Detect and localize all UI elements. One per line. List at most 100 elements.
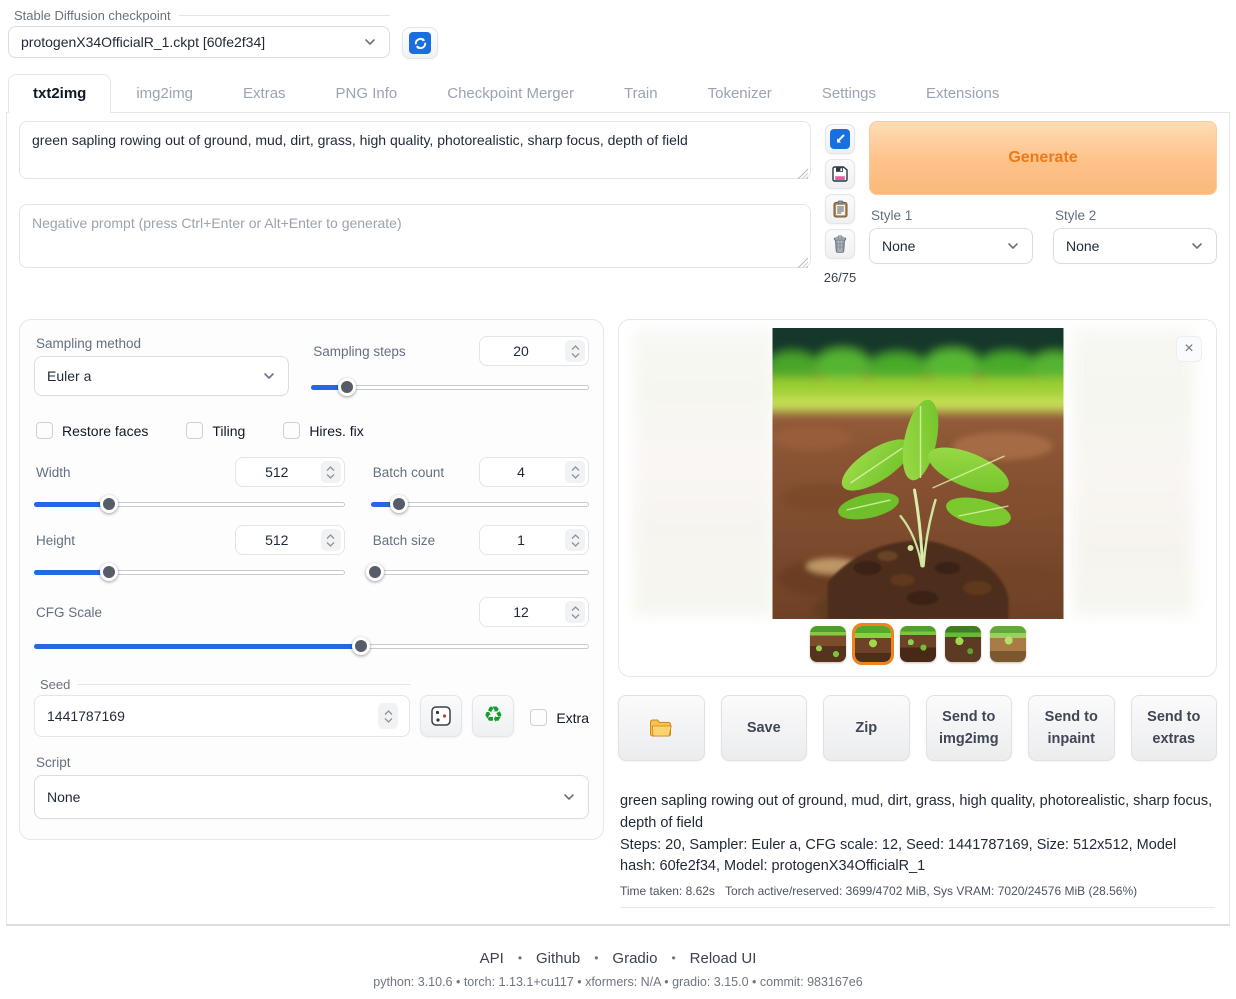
gallery-thumbnail-2-selected[interactable] [855,626,891,662]
slider-handle[interactable] [100,563,118,581]
number-spinner[interactable] [378,703,398,729]
sampling-steps-label: Sampling steps [311,344,405,359]
height-label: Height [34,533,75,548]
refresh-checkpoints-button[interactable] [402,27,438,59]
number-spinner[interactable] [565,340,585,362]
tab-txt2img[interactable]: txt2img [8,74,111,113]
style2-label: Style 2 [1053,208,1217,223]
checkpoint-dropdown[interactable]: protogenX34OfficialR_1.ckpt [60fe2f34] [8,26,390,58]
tab-tokenizer[interactable]: Tokenizer [683,74,797,113]
random-seed-button[interactable] [420,695,462,737]
open-output-folder-button[interactable] [618,695,705,761]
seed-label: Seed [34,677,410,692]
tab-extensions[interactable]: Extensions [901,74,1024,113]
generation-info: green sapling rowing out of ground, mud,… [618,791,1217,908]
refresh-icon [409,32,431,54]
gallery-thumbnails [619,626,1216,662]
chevron-down-icon [1006,239,1020,253]
batch-size-input[interactable] [479,525,589,555]
floppy-disk-icon [831,165,849,183]
arrow-down-left-icon [830,129,850,149]
slider-handle[interactable] [390,495,408,513]
tab-settings[interactable]: Settings [797,74,901,113]
apply-style-button[interactable] [825,194,855,224]
api-link[interactable]: API [480,950,504,967]
sampling-steps-input[interactable] [479,336,589,366]
tab-img2img[interactable]: img2img [111,74,218,113]
sampling-steps-slider[interactable] [311,378,589,396]
gallery-thumbnail-5[interactable] [990,626,1026,662]
style1-dropdown[interactable]: None [869,228,1033,264]
cfg-scale-slider[interactable] [34,637,589,655]
tab-train[interactable]: Train [599,74,683,113]
width-slider[interactable] [34,495,345,513]
send-to-extras-button[interactable]: Send to extras [1131,695,1218,761]
style2-dropdown[interactable]: None [1053,228,1217,264]
page-footer: API•Github•Gradio•Reload UI python: 3.10… [0,926,1236,999]
folder-icon [649,718,673,738]
extra-seed-checkbox[interactable]: Extra [530,709,589,737]
script-label: Script [34,755,589,770]
gallery-thumbnail-1[interactable] [810,626,846,662]
number-spinner[interactable] [321,461,341,483]
send-to-inpaint-button[interactable]: Send to inpaint [1028,695,1115,761]
hires-fix-checkbox[interactable]: Hires. fix [283,422,363,439]
send-to-img2img-button[interactable]: Send to img2img [926,695,1013,761]
cfg-scale-input[interactable] [479,597,589,627]
tiling-checkbox[interactable]: Tiling [186,422,245,439]
github-link[interactable]: Github [536,950,580,967]
seed-input[interactable] [34,695,410,737]
negative-prompt-input[interactable] [19,204,811,268]
batch-count-input[interactable] [479,457,589,487]
width-label: Width [34,465,71,480]
tab-checkpoint-merger[interactable]: Checkpoint Merger [422,74,599,113]
cfg-scale-label: CFG Scale [34,605,102,620]
number-spinner[interactable] [565,529,585,551]
batch-count-slider[interactable] [371,495,589,513]
zip-button[interactable]: Zip [823,695,910,761]
generate-button[interactable]: Generate [869,121,1217,195]
save-button[interactable]: Save [721,695,808,761]
trash-icon [832,235,848,253]
number-spinner[interactable] [565,601,585,623]
checkpoint-label: Stable Diffusion checkpoint [8,8,390,23]
height-input[interactable] [235,525,345,555]
slider-handle[interactable] [352,637,370,655]
slider-handle[interactable] [366,563,384,581]
reuse-seed-button[interactable]: ♻ [472,695,514,737]
number-spinner[interactable] [565,461,585,483]
chevron-down-icon [262,369,276,383]
number-spinner[interactable] [321,529,341,551]
gallery-thumbnail-4[interactable] [945,626,981,662]
chevron-down-icon [1190,239,1204,253]
version-info: python: 3.10.6 • torch: 1.13.1+cu117 • x… [0,975,1236,989]
batch-count-label: Batch count [371,465,444,480]
clear-prompt-button[interactable] [825,229,855,259]
tab-extras[interactable]: Extras [218,74,311,113]
generation-info-params: Steps: 20, Sampler: Euler a, CFG scale: … [620,835,1215,879]
script-dropdown[interactable]: None [34,775,589,819]
slider-handle[interactable] [338,378,356,396]
close-gallery-button[interactable]: × [1176,336,1202,362]
sampling-method-dropdown[interactable]: Euler a [34,356,289,396]
prompt-input[interactable]: green sapling rowing out of ground, mud,… [19,121,811,179]
restore-faces-checkbox[interactable]: Restore faces [36,422,148,439]
checkpoint-bar: Stable Diffusion checkpoint protogenX34O… [0,0,1236,73]
prompt-tools: 26/75 [823,121,857,285]
slider-handle[interactable] [100,495,118,513]
save-style-button[interactable] [825,159,855,189]
chevron-down-icon [562,790,576,804]
sampling-method-label: Sampling method [34,336,289,351]
tab-png-info[interactable]: PNG Info [311,74,423,113]
width-input[interactable] [235,457,345,487]
reload-ui-link[interactable]: Reload UI [690,950,757,967]
gradio-link[interactable]: Gradio [612,950,657,967]
paste-generation-params-button[interactable] [825,124,855,154]
height-slider[interactable] [34,563,345,581]
chevron-down-icon [363,35,377,49]
gallery-thumbnail-3[interactable] [900,626,936,662]
generated-image[interactable] [772,328,1063,619]
batch-size-slider[interactable] [371,563,589,581]
dice-icon [430,705,452,727]
txt2img-settings-panel: Sampling method Euler a Sampling steps [19,319,604,840]
